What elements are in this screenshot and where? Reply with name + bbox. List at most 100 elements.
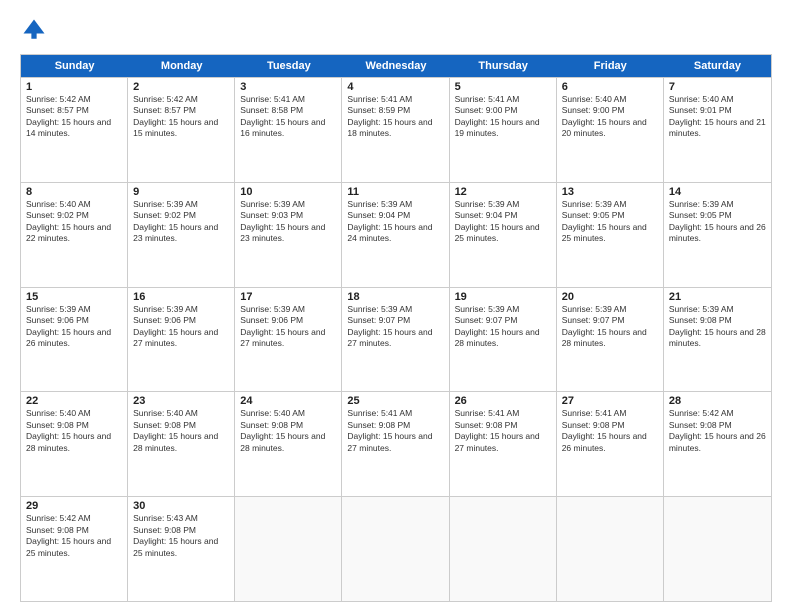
calendar-day-4: 4Sunrise: 5:41 AMSunset: 8:59 PMDaylight…	[342, 78, 449, 182]
calendar-day-17: 17Sunrise: 5:39 AMSunset: 9:06 PMDayligh…	[235, 288, 342, 392]
day-number: 2	[133, 81, 229, 93]
calendar-day-3: 3Sunrise: 5:41 AMSunset: 8:58 PMDaylight…	[235, 78, 342, 182]
calendar-day-14: 14Sunrise: 5:39 AMSunset: 9:05 PMDayligh…	[664, 183, 771, 287]
calendar-day-10: 10Sunrise: 5:39 AMSunset: 9:03 PMDayligh…	[235, 183, 342, 287]
day-info: Sunrise: 5:43 AMSunset: 9:08 PMDaylight:…	[133, 513, 229, 559]
day-number: 30	[133, 500, 229, 512]
day-info: Sunrise: 5:39 AMSunset: 9:02 PMDaylight:…	[133, 199, 229, 245]
day-info: Sunrise: 5:40 AMSunset: 9:08 PMDaylight:…	[240, 408, 336, 454]
calendar-day-22: 22Sunrise: 5:40 AMSunset: 9:08 PMDayligh…	[21, 392, 128, 496]
calendar-empty-cell	[235, 497, 342, 601]
calendar-week-5: 29Sunrise: 5:42 AMSunset: 9:08 PMDayligh…	[21, 496, 771, 601]
calendar-week-3: 15Sunrise: 5:39 AMSunset: 9:06 PMDayligh…	[21, 287, 771, 392]
day-info: Sunrise: 5:39 AMSunset: 9:06 PMDaylight:…	[133, 304, 229, 350]
calendar-body: 1Sunrise: 5:42 AMSunset: 8:57 PMDaylight…	[21, 77, 771, 601]
calendar-empty-cell	[664, 497, 771, 601]
header-day-sunday: Sunday	[21, 55, 128, 77]
day-info: Sunrise: 5:40 AMSunset: 9:01 PMDaylight:…	[669, 94, 766, 140]
calendar-day-21: 21Sunrise: 5:39 AMSunset: 9:08 PMDayligh…	[664, 288, 771, 392]
calendar-day-6: 6Sunrise: 5:40 AMSunset: 9:00 PMDaylight…	[557, 78, 664, 182]
day-info: Sunrise: 5:39 AMSunset: 9:04 PMDaylight:…	[347, 199, 443, 245]
day-number: 20	[562, 291, 658, 303]
calendar-empty-cell	[557, 497, 664, 601]
header-day-wednesday: Wednesday	[342, 55, 449, 77]
day-number: 18	[347, 291, 443, 303]
calendar: SundayMondayTuesdayWednesdayThursdayFrid…	[20, 54, 772, 602]
day-info: Sunrise: 5:40 AMSunset: 9:02 PMDaylight:…	[26, 199, 122, 245]
header-day-tuesday: Tuesday	[235, 55, 342, 77]
calendar-day-29: 29Sunrise: 5:42 AMSunset: 9:08 PMDayligh…	[21, 497, 128, 601]
calendar-day-19: 19Sunrise: 5:39 AMSunset: 9:07 PMDayligh…	[450, 288, 557, 392]
day-number: 12	[455, 186, 551, 198]
day-info: Sunrise: 5:39 AMSunset: 9:06 PMDaylight:…	[26, 304, 122, 350]
day-info: Sunrise: 5:39 AMSunset: 9:07 PMDaylight:…	[562, 304, 658, 350]
day-number: 23	[133, 395, 229, 407]
day-number: 17	[240, 291, 336, 303]
day-info: Sunrise: 5:40 AMSunset: 9:08 PMDaylight:…	[133, 408, 229, 454]
day-info: Sunrise: 5:41 AMSunset: 8:58 PMDaylight:…	[240, 94, 336, 140]
day-number: 13	[562, 186, 658, 198]
header-day-saturday: Saturday	[664, 55, 771, 77]
calendar-day-15: 15Sunrise: 5:39 AMSunset: 9:06 PMDayligh…	[21, 288, 128, 392]
calendar-day-24: 24Sunrise: 5:40 AMSunset: 9:08 PMDayligh…	[235, 392, 342, 496]
calendar-day-12: 12Sunrise: 5:39 AMSunset: 9:04 PMDayligh…	[450, 183, 557, 287]
logo-icon	[20, 16, 48, 44]
day-info: Sunrise: 5:39 AMSunset: 9:05 PMDaylight:…	[562, 199, 658, 245]
day-number: 1	[26, 81, 122, 93]
day-number: 22	[26, 395, 122, 407]
calendar-day-28: 28Sunrise: 5:42 AMSunset: 9:08 PMDayligh…	[664, 392, 771, 496]
calendar-day-18: 18Sunrise: 5:39 AMSunset: 9:07 PMDayligh…	[342, 288, 449, 392]
calendar-week-4: 22Sunrise: 5:40 AMSunset: 9:08 PMDayligh…	[21, 391, 771, 496]
calendar-day-26: 26Sunrise: 5:41 AMSunset: 9:08 PMDayligh…	[450, 392, 557, 496]
day-number: 9	[133, 186, 229, 198]
calendar-day-9: 9Sunrise: 5:39 AMSunset: 9:02 PMDaylight…	[128, 183, 235, 287]
calendar-day-23: 23Sunrise: 5:40 AMSunset: 9:08 PMDayligh…	[128, 392, 235, 496]
day-number: 11	[347, 186, 443, 198]
day-number: 28	[669, 395, 766, 407]
day-number: 6	[562, 81, 658, 93]
day-number: 8	[26, 186, 122, 198]
page: SundayMondayTuesdayWednesdayThursdayFrid…	[0, 0, 792, 612]
header-day-friday: Friday	[557, 55, 664, 77]
calendar-day-11: 11Sunrise: 5:39 AMSunset: 9:04 PMDayligh…	[342, 183, 449, 287]
day-info: Sunrise: 5:40 AMSunset: 9:08 PMDaylight:…	[26, 408, 122, 454]
calendar-day-5: 5Sunrise: 5:41 AMSunset: 9:00 PMDaylight…	[450, 78, 557, 182]
calendar-empty-cell	[342, 497, 449, 601]
header-day-thursday: Thursday	[450, 55, 557, 77]
calendar-header: SundayMondayTuesdayWednesdayThursdayFrid…	[21, 55, 771, 77]
day-number: 21	[669, 291, 766, 303]
day-number: 10	[240, 186, 336, 198]
day-number: 15	[26, 291, 122, 303]
calendar-empty-cell	[450, 497, 557, 601]
calendar-day-7: 7Sunrise: 5:40 AMSunset: 9:01 PMDaylight…	[664, 78, 771, 182]
day-info: Sunrise: 5:41 AMSunset: 9:00 PMDaylight:…	[455, 94, 551, 140]
logo	[20, 16, 52, 44]
calendar-week-1: 1Sunrise: 5:42 AMSunset: 8:57 PMDaylight…	[21, 77, 771, 182]
header	[20, 16, 772, 44]
day-info: Sunrise: 5:42 AMSunset: 9:08 PMDaylight:…	[669, 408, 766, 454]
day-info: Sunrise: 5:42 AMSunset: 8:57 PMDaylight:…	[26, 94, 122, 140]
day-info: Sunrise: 5:39 AMSunset: 9:06 PMDaylight:…	[240, 304, 336, 350]
day-info: Sunrise: 5:39 AMSunset: 9:08 PMDaylight:…	[669, 304, 766, 350]
day-number: 19	[455, 291, 551, 303]
day-info: Sunrise: 5:41 AMSunset: 9:08 PMDaylight:…	[347, 408, 443, 454]
day-info: Sunrise: 5:39 AMSunset: 9:04 PMDaylight:…	[455, 199, 551, 245]
calendar-day-1: 1Sunrise: 5:42 AMSunset: 8:57 PMDaylight…	[21, 78, 128, 182]
day-number: 27	[562, 395, 658, 407]
day-number: 4	[347, 81, 443, 93]
calendar-week-2: 8Sunrise: 5:40 AMSunset: 9:02 PMDaylight…	[21, 182, 771, 287]
header-day-monday: Monday	[128, 55, 235, 77]
day-info: Sunrise: 5:39 AMSunset: 9:07 PMDaylight:…	[347, 304, 443, 350]
calendar-day-27: 27Sunrise: 5:41 AMSunset: 9:08 PMDayligh…	[557, 392, 664, 496]
day-info: Sunrise: 5:39 AMSunset: 9:07 PMDaylight:…	[455, 304, 551, 350]
day-info: Sunrise: 5:41 AMSunset: 8:59 PMDaylight:…	[347, 94, 443, 140]
day-number: 3	[240, 81, 336, 93]
day-info: Sunrise: 5:41 AMSunset: 9:08 PMDaylight:…	[562, 408, 658, 454]
calendar-day-8: 8Sunrise: 5:40 AMSunset: 9:02 PMDaylight…	[21, 183, 128, 287]
day-number: 14	[669, 186, 766, 198]
calendar-day-30: 30Sunrise: 5:43 AMSunset: 9:08 PMDayligh…	[128, 497, 235, 601]
day-number: 16	[133, 291, 229, 303]
calendar-day-16: 16Sunrise: 5:39 AMSunset: 9:06 PMDayligh…	[128, 288, 235, 392]
day-number: 26	[455, 395, 551, 407]
day-number: 25	[347, 395, 443, 407]
